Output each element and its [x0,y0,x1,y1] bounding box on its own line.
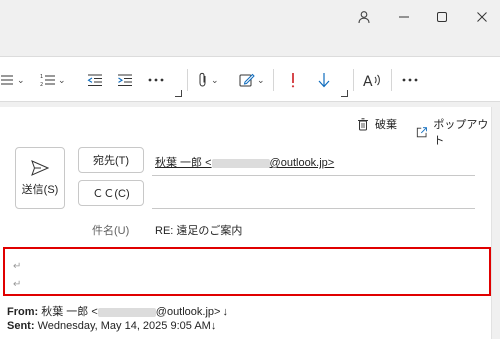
subject-label: 件名(U) [92,225,130,237]
cc-button[interactable]: ＣＣ(C) [78,180,144,206]
title-bar [0,0,500,34]
to-label: 宛先(T) [92,155,130,167]
svg-text:A: A [363,74,373,88]
ribbon-toolbar: ⌄ 1 2 ⌄ ⌄ ⌄ A [0,56,500,102]
paragraph-mark: ↵ [13,279,22,290]
to-recipient-domain: @outlook.jp> [269,157,335,169]
to-field-underline [152,175,475,176]
send-icon [31,159,49,176]
person-icon[interactable] [353,6,375,28]
cc-field[interactable] [152,208,475,209]
low-importance-icon[interactable] [317,57,331,103]
svg-text:2: 2 [40,82,43,87]
discard-label: 破棄 [375,119,397,131]
decrease-indent-icon[interactable] [87,57,103,103]
subject-field[interactable]: RE: 遠足のご案内 [155,222,242,238]
chevron-down-icon[interactable]: ⌄ [211,75,219,86]
quoted-sent-line: Sent: Wednesday, May 14, 2025 9:05 AM↓ [7,320,216,332]
popout-icon [416,126,427,137]
increase-indent-icon[interactable] [117,57,133,103]
from-name: 秋葉 一郎 < [41,306,98,318]
more-icon[interactable] [148,57,164,103]
compose-pane: 破棄 ポップアウト 送信(S) 宛先(T) 秋葉 一郎 < @outlook.jp… [0,107,492,339]
ribbon-separator [187,69,188,91]
redacted-address [97,307,156,317]
to-recipient[interactable]: 秋葉 一郎 < @outlook.jp> [155,154,334,170]
sent-value: Wednesday, May 14, 2025 9:05 AM [37,320,211,332]
numbering-icon[interactable]: 1 2 ⌄ [40,57,66,103]
from-domain: @outlook.jp> [155,306,221,318]
sent-label: Sent: [7,320,35,332]
chevron-down-icon[interactable]: ⌄ [17,75,25,86]
quoted-from-line: From: 秋葉 一郎 < @outlook.jp> ↓ [7,303,228,319]
signature-icon[interactable]: ⌄ [239,57,265,103]
popout-label: ポップアウト [433,119,489,147]
line-break-mark: ↓ [210,320,217,332]
send-label: 送信(S) [21,183,59,196]
minimize-icon[interactable] [393,6,415,28]
from-label: From: [7,306,39,318]
ribbon-separator [353,69,354,91]
to-recipient-name: 秋葉 一郎 < [155,157,212,169]
bullets-icon[interactable]: ⌄ [1,57,25,103]
discard-button[interactable]: 破棄 [357,116,397,132]
popout-button[interactable]: ポップアウト [416,116,491,148]
message-body[interactable]: ↵ ↵ [3,247,491,296]
read-aloud-icon[interactable]: A [363,57,383,103]
svg-text:1: 1 [40,74,43,80]
high-importance-icon[interactable] [291,57,295,103]
dialog-launcher-icon[interactable] [175,90,182,97]
chevron-down-icon[interactable]: ⌄ [58,75,66,86]
maximize-icon[interactable] [431,6,453,28]
trash-icon [358,117,368,130]
redacted-address [211,158,270,168]
cc-label: ＣＣ(C) [92,188,130,200]
attach-icon[interactable]: ⌄ [197,57,219,103]
to-button[interactable]: 宛先(T) [78,147,144,173]
close-icon[interactable] [471,6,493,28]
chevron-down-icon[interactable]: ⌄ [257,75,265,86]
more-options-icon[interactable] [402,57,418,103]
line-break-mark: ↓ [222,306,228,318]
send-button[interactable]: 送信(S) [15,147,65,209]
dialog-launcher-icon[interactable] [341,90,348,97]
ribbon-separator [273,69,274,91]
ribbon-separator [391,69,392,91]
paragraph-mark: ↵ [13,261,22,272]
